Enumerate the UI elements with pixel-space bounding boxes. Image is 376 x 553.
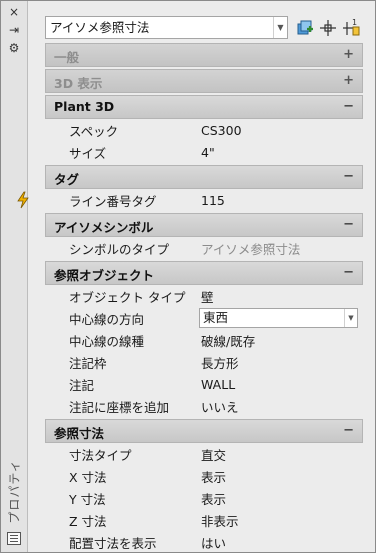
section-header[interactable]: 3D 表示 + bbox=[45, 69, 363, 93]
property-label: X 寸法 bbox=[69, 469, 107, 485]
object-type-select[interactable]: アイソメ参照寸法 ▼ bbox=[45, 16, 288, 39]
property-value[interactable]: 非表示 bbox=[199, 511, 363, 530]
property-value[interactable]: 破線/既存 bbox=[199, 331, 363, 350]
property-row[interactable]: Z 寸法 非表示 bbox=[45, 509, 363, 531]
section-header[interactable]: 一般 + bbox=[45, 43, 363, 67]
property-label: Z 寸法 bbox=[69, 513, 107, 529]
section-title: タグ bbox=[54, 172, 80, 187]
property-row[interactable]: シンボルのタイプ アイソメ参照寸法 bbox=[45, 237, 363, 259]
lightning-icon[interactable] bbox=[15, 191, 31, 209]
property-value[interactable]: CS300 bbox=[199, 123, 363, 138]
property-value[interactable]: WALL bbox=[199, 377, 363, 392]
chevron-down-icon[interactable]: ▼ bbox=[273, 17, 287, 38]
property-value[interactable]: 115 bbox=[199, 193, 363, 208]
section-header[interactable]: Plant 3D − bbox=[45, 95, 363, 119]
section-title: アイソメシンボル bbox=[54, 220, 154, 235]
property-value[interactable]: 長方形 bbox=[199, 353, 363, 372]
property-row[interactable]: サイズ 4" bbox=[45, 141, 363, 163]
property-label: 寸法タイプ bbox=[69, 447, 132, 463]
property-row[interactable]: ライン番号タグ 115 bbox=[17, 189, 363, 211]
property-label: シンボルのタイプ bbox=[69, 241, 170, 257]
palette-menu-icon[interactable] bbox=[7, 532, 21, 545]
collapse-icon[interactable]: − bbox=[343, 99, 354, 114]
property-label: 注記に座標を追加 bbox=[69, 399, 170, 415]
svg-text:1: 1 bbox=[352, 18, 357, 27]
chevron-down-icon[interactable]: ▼ bbox=[344, 309, 357, 327]
section-title: 参照寸法 bbox=[54, 426, 105, 441]
close-icon[interactable]: × bbox=[6, 5, 22, 19]
property-row[interactable]: 配置寸法を表示 はい bbox=[45, 531, 363, 553]
section-title: 一般 bbox=[54, 50, 80, 65]
property-row[interactable]: 中心線の方向 東西 ▼ bbox=[45, 307, 363, 329]
palette-title-strip: × ⇥ ⚙ プロパティ bbox=[1, 1, 28, 552]
expand-icon[interactable]: + bbox=[343, 47, 354, 62]
expand-icon[interactable]: + bbox=[343, 73, 354, 88]
property-label: 中心線の線種 bbox=[69, 333, 145, 349]
section-title: Plant 3D bbox=[54, 99, 115, 114]
property-row[interactable]: オブジェクト タイプ壁 bbox=[45, 285, 363, 307]
section-header[interactable]: アイソメシンボル − bbox=[45, 213, 363, 237]
property-label: ライン番号タグ bbox=[69, 193, 157, 209]
property-row[interactable]: スペック CS300 bbox=[45, 119, 363, 141]
property-row[interactable]: 注記 WALL bbox=[45, 373, 363, 395]
property-label: オブジェクト タイプ bbox=[69, 289, 186, 305]
property-value[interactable]: はい bbox=[199, 533, 363, 552]
collapse-icon[interactable]: − bbox=[343, 217, 354, 232]
property-label: Y 寸法 bbox=[69, 491, 106, 507]
collapse-icon[interactable]: − bbox=[343, 423, 354, 438]
property-row[interactable]: 寸法タイプ 直交 bbox=[45, 443, 363, 465]
quick-select-icon[interactable] bbox=[295, 18, 315, 38]
section-title: 3D 表示 bbox=[54, 76, 103, 91]
toggle-pickadd-icon[interactable]: 1 bbox=[342, 18, 362, 38]
section-header[interactable]: タグ − bbox=[45, 165, 363, 189]
section-header[interactable]: 参照寸法 − bbox=[45, 419, 363, 443]
properties-panel: アイソメ参照寸法 ▼ 1 一般 +3D 表示 + Plant 3D − スペック CS300… bbox=[17, 13, 363, 551]
properties-palette: × ⇥ ⚙ プロパティ アイソメ参照寸法 ▼ 1 一般 + 3D 表示 + Pl… bbox=[0, 0, 376, 553]
pin-icon[interactable]: ⇥ bbox=[6, 23, 22, 37]
property-row[interactable]: X 寸法 表示 bbox=[45, 465, 363, 487]
collapse-icon[interactable]: − bbox=[343, 265, 354, 280]
property-value[interactable]: 4" bbox=[199, 145, 363, 160]
toolbar: アイソメ参照寸法 ▼ 1 bbox=[45, 13, 363, 41]
property-label: 注記 bbox=[69, 377, 95, 393]
property-sections: 一般 +3D 表示 + Plant 3D − スペック CS300 サイズ 4" タグ − ライン番号… bbox=[17, 43, 363, 553]
select-objects-icon[interactable] bbox=[318, 18, 338, 38]
property-value[interactable]: 直交 bbox=[199, 445, 363, 464]
property-label: 中心線の方向 bbox=[69, 311, 145, 327]
section-header[interactable]: 参照オブジェクト − bbox=[45, 261, 363, 285]
property-row[interactable]: 注記に座標を追加 いいえ bbox=[45, 395, 363, 417]
object-type-value: アイソメ参照寸法 bbox=[50, 20, 150, 35]
property-value[interactable]: いいえ bbox=[199, 397, 363, 416]
property-label: スペック bbox=[69, 123, 119, 139]
property-row[interactable]: Y 寸法 表示 bbox=[45, 487, 363, 509]
property-value[interactable]: 壁 bbox=[199, 287, 363, 306]
palette-title: プロパティ bbox=[7, 458, 22, 524]
centerline-direction-select[interactable]: 東西 ▼ bbox=[199, 308, 358, 328]
property-value: アイソメ参照寸法 bbox=[201, 241, 301, 257]
settings-icon[interactable]: ⚙ bbox=[6, 41, 22, 55]
property-value[interactable]: 表示 bbox=[199, 467, 363, 486]
property-row[interactable]: 注記枠 長方形 bbox=[45, 351, 363, 373]
section-title: 参照オブジェクト bbox=[54, 268, 155, 283]
property-label: 注記枠 bbox=[69, 355, 107, 371]
property-value: 東西 bbox=[203, 310, 229, 325]
collapse-icon[interactable]: − bbox=[343, 169, 354, 184]
property-label: サイズ bbox=[69, 145, 107, 161]
property-value[interactable]: 表示 bbox=[199, 489, 363, 508]
property-row[interactable]: 中心線の線種 破線/既存 bbox=[45, 329, 363, 351]
property-label: 配置寸法を表示 bbox=[69, 535, 157, 551]
